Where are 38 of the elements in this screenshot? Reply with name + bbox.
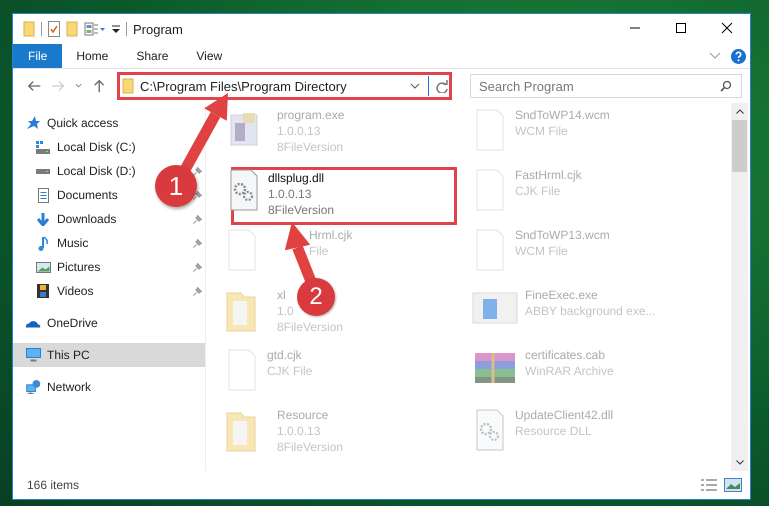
- step-badge: 1: [155, 165, 197, 207]
- search-field[interactable]: Search Program: [470, 74, 742, 98]
- file-name[interactable]: dllsplug.dll: [268, 170, 324, 186]
- sidebar-item[interactable]: Network: [47, 380, 92, 394]
- file-detail: 1.0: [277, 303, 294, 319]
- ribbon-tab[interactable]: View: [182, 44, 236, 68]
- file-detail: ABBY background exe...: [525, 303, 656, 319]
- file-detail: 8FileVersion: [277, 139, 344, 155]
- window-title: Program: [133, 22, 183, 36]
- sidebar-item[interactable]: This PC: [47, 348, 90, 362]
- sidebar-item[interactable]: OneDrive: [47, 316, 98, 330]
- file-detail: 1.0.0.13: [268, 186, 312, 202]
- ribbon-tab[interactable]: Share: [122, 44, 182, 68]
- file-detail: 1.0.0.13: [277, 423, 320, 439]
- ribbon-tab[interactable]: File: [13, 44, 62, 68]
- file-detail: 1.0.0.13: [277, 123, 320, 139]
- sidebar-item[interactable]: Music: [57, 236, 88, 250]
- file-detail: 8FileVersion: [268, 202, 334, 218]
- file-detail: File: [309, 243, 328, 259]
- file-detail: CJK File: [267, 363, 312, 379]
- file-detail: Resource DLL: [515, 423, 592, 439]
- file-detail: CJK File: [515, 183, 560, 199]
- step-badge: 2: [297, 278, 335, 316]
- sidebar-item[interactable]: Quick access: [47, 116, 118, 130]
- file-detail: 8FileVersion: [277, 439, 344, 455]
- file-detail: WCM File: [515, 123, 568, 139]
- sidebar-item[interactable]: Documents: [57, 188, 118, 202]
- sidebar-item[interactable]: Local Disk (D:): [57, 164, 136, 178]
- file-detail: 8FileVersion: [277, 319, 344, 335]
- address-bar[interactable]: C:\Program Files\Program Directory: [116, 72, 452, 100]
- file-detail: WCM File: [515, 243, 568, 259]
- sidebar-item[interactable]: Downloads: [57, 212, 116, 226]
- sidebar-item[interactable]: Pictures: [57, 260, 100, 274]
- item-count: 166 items: [27, 478, 80, 492]
- ribbon-tab[interactable]: Home: [62, 44, 122, 68]
- sidebar-item[interactable]: Local Disk (C:): [57, 140, 136, 154]
- file-detail: WinRAR Archive: [525, 363, 614, 379]
- sidebar-item[interactable]: Videos: [57, 284, 94, 298]
